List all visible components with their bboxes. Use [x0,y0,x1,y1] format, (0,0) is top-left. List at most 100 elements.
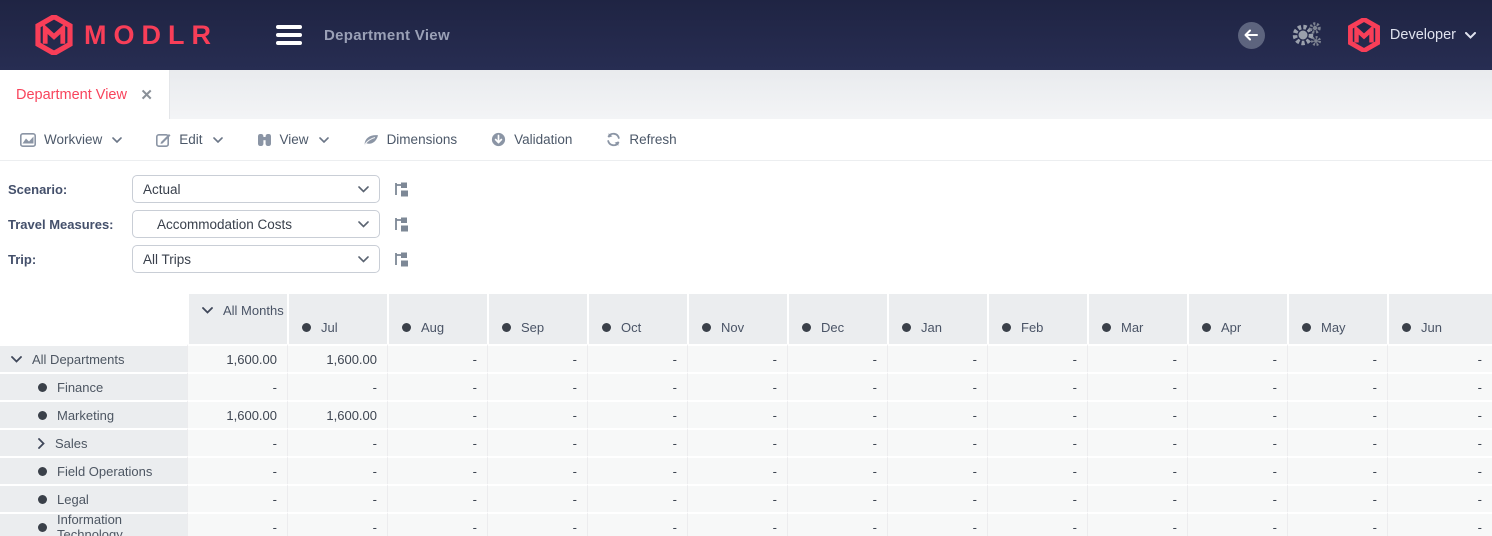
toolbar-validation[interactable]: Validation [491,132,572,147]
data-cell[interactable]: - [287,456,387,484]
modlr-logo[interactable]: MODLR [34,15,218,55]
data-cell[interactable]: - [1187,456,1287,484]
data-cell[interactable]: - [1387,484,1492,512]
data-cell[interactable]: - [687,512,787,536]
data-cell[interactable]: - [487,372,587,400]
data-cell[interactable]: - [687,372,787,400]
data-cell[interactable]: - [387,512,487,536]
data-cell[interactable]: - [1387,372,1492,400]
data-cell[interactable]: - [287,372,387,400]
data-cell[interactable]: - [1187,428,1287,456]
data-cell[interactable]: - [187,456,287,484]
data-cell[interactable]: - [487,344,587,372]
data-cell[interactable]: - [187,428,287,456]
data-cell[interactable]: - [1087,456,1187,484]
data-cell[interactable]: - [1387,344,1492,372]
data-cell[interactable]: - [587,400,687,428]
row-header-legal[interactable]: Legal [0,484,187,512]
data-cell[interactable]: - [787,400,887,428]
data-cell[interactable]: - [387,400,487,428]
data-cell[interactable]: - [787,428,887,456]
data-cell[interactable]: - [287,484,387,512]
data-cell[interactable]: - [1287,344,1387,372]
data-cell[interactable]: - [587,512,687,536]
data-cell[interactable]: - [987,344,1087,372]
data-cell[interactable]: 1,600.00 [287,344,387,372]
data-cell[interactable]: - [887,372,987,400]
data-cell[interactable]: - [1387,456,1492,484]
data-cell[interactable]: - [587,456,687,484]
data-cell[interactable]: - [187,512,287,536]
column-header-aug[interactable]: Aug [387,294,487,344]
data-cell[interactable]: - [887,512,987,536]
data-cell[interactable]: - [587,428,687,456]
data-cell[interactable]: - [687,456,787,484]
data-cell[interactable]: - [487,512,587,536]
data-cell[interactable]: - [387,484,487,512]
data-cell[interactable]: - [1287,456,1387,484]
row-header-marketing[interactable]: Marketing [0,400,187,428]
data-cell[interactable]: - [587,344,687,372]
column-header-all-months[interactable]: All Months [187,294,287,344]
column-header-oct[interactable]: Oct [587,294,687,344]
back-button[interactable] [1237,21,1265,49]
row-header-finance[interactable]: Finance [0,372,187,400]
data-cell[interactable]: - [587,484,687,512]
toolbar-dimensions[interactable]: Dimensions [363,132,457,147]
hierarchy-picker-button[interactable] [394,182,409,197]
data-cell[interactable]: - [1287,484,1387,512]
data-cell[interactable]: - [387,428,487,456]
data-cell[interactable]: - [1387,512,1492,536]
column-header-mar[interactable]: Mar [1087,294,1187,344]
row-header-sales[interactable]: Sales [0,428,187,456]
row-header-all-departments[interactable]: All Departments [0,344,187,372]
data-cell[interactable]: - [987,400,1087,428]
data-cell[interactable]: - [387,456,487,484]
column-header-sep[interactable]: Sep [487,294,587,344]
data-cell[interactable]: - [587,372,687,400]
data-cell[interactable]: - [1087,428,1187,456]
data-cell[interactable]: - [987,456,1087,484]
data-cell[interactable]: - [487,400,587,428]
data-cell[interactable]: - [687,484,787,512]
data-cell[interactable]: 1,600.00 [187,400,287,428]
data-cell[interactable]: - [1087,344,1187,372]
data-cell[interactable]: - [887,344,987,372]
data-cell[interactable]: - [787,512,887,536]
data-cell[interactable]: - [987,484,1087,512]
trip-select[interactable]: All Trips [132,245,380,273]
data-cell[interactable]: - [887,400,987,428]
travel-measures-select[interactable]: Accommodation Costs [132,210,380,238]
toolbar-refresh[interactable]: Refresh [606,132,677,147]
data-cell[interactable]: - [1187,344,1287,372]
column-header-apr[interactable]: Apr [1187,294,1287,344]
data-cell[interactable]: - [487,428,587,456]
data-cell[interactable]: - [1287,428,1387,456]
data-cell[interactable]: - [987,428,1087,456]
data-cell[interactable]: - [787,344,887,372]
data-cell[interactable]: - [387,372,487,400]
data-cell[interactable]: - [1387,428,1492,456]
data-cell[interactable]: - [887,484,987,512]
data-cell[interactable]: - [1087,372,1187,400]
data-cell[interactable]: 1,600.00 [187,344,287,372]
data-cell[interactable]: - [787,372,887,400]
data-cell[interactable]: - [687,400,787,428]
data-cell[interactable]: - [1087,484,1187,512]
settings-button[interactable] [1291,21,1321,49]
hierarchy-picker-button[interactable] [394,252,409,267]
toolbar-view[interactable]: View [257,132,329,147]
column-header-dec[interactable]: Dec [787,294,887,344]
hamburger-icon[interactable] [275,21,302,49]
data-cell[interactable]: - [287,428,387,456]
user-menu[interactable]: Developer [1347,18,1476,52]
data-cell[interactable]: - [387,344,487,372]
column-header-may[interactable]: May [1287,294,1387,344]
scenario-select[interactable]: Actual [132,175,380,203]
data-cell[interactable]: - [1287,400,1387,428]
column-header-nov[interactable]: Nov [687,294,787,344]
data-cell[interactable]: - [687,344,787,372]
data-cell[interactable]: 1,600.00 [287,400,387,428]
data-cell[interactable]: - [1287,372,1387,400]
toolbar-edit[interactable]: Edit [156,132,223,147]
